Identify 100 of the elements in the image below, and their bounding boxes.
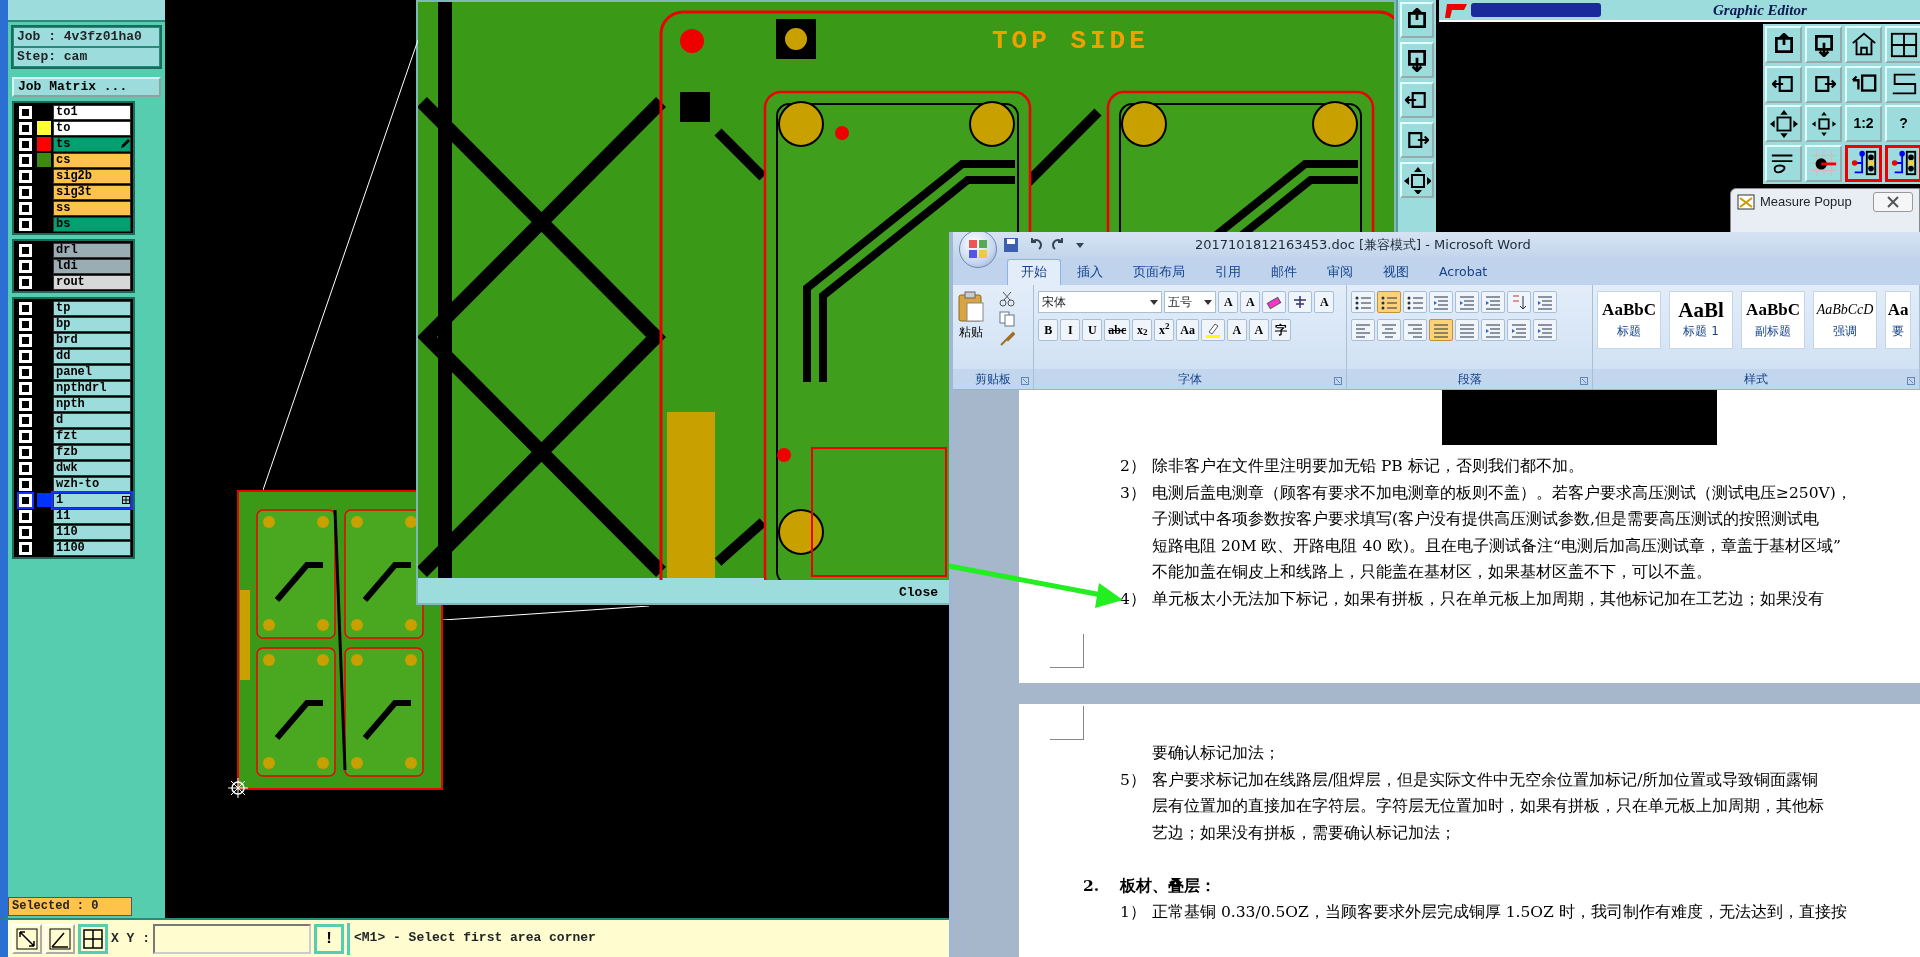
checkbox[interactable] bbox=[19, 153, 32, 167]
ribbon-tab[interactable]: 页面布局 bbox=[1119, 259, 1199, 285]
scissors-icon[interactable] bbox=[999, 291, 1015, 307]
checkbox[interactable] bbox=[19, 461, 32, 475]
style-item[interactable]: AaBbC 标题 bbox=[1597, 291, 1662, 349]
checkbox[interactable] bbox=[19, 317, 32, 331]
checkbox[interactable] bbox=[19, 349, 32, 363]
tool-button[interactable]: 1:2 bbox=[1845, 105, 1882, 142]
checkbox[interactable] bbox=[19, 509, 32, 523]
format-button[interactable] bbox=[1262, 291, 1287, 313]
layer-item[interactable]: wzh-to bbox=[53, 476, 131, 492]
close-button[interactable] bbox=[1873, 192, 1913, 212]
ribbon-tab[interactable]: 审阅 bbox=[1313, 259, 1367, 285]
font-name-field[interactable]: 宋体 bbox=[1038, 291, 1163, 313]
checkbox[interactable] bbox=[19, 121, 32, 135]
tool-button[interactable] bbox=[78, 923, 108, 954]
layer-item[interactable]: panel bbox=[53, 364, 131, 380]
checkbox[interactable] bbox=[19, 243, 32, 257]
checkbox[interactable] bbox=[19, 477, 32, 491]
checkbox[interactable] bbox=[19, 397, 32, 411]
tool-button[interactable]: ? bbox=[1885, 105, 1920, 142]
format-button[interactable]: Aa bbox=[1176, 319, 1199, 341]
layer-item[interactable]: d bbox=[53, 412, 131, 428]
layer-item[interactable]: sig2b bbox=[53, 168, 131, 184]
tool-button[interactable] bbox=[1845, 144, 1882, 182]
ribbon-tab[interactable]: 插入 bbox=[1063, 259, 1117, 285]
checkbox[interactable] bbox=[19, 445, 32, 459]
format-button[interactable]: A bbox=[1248, 319, 1269, 341]
format-button[interactable]: A bbox=[1218, 291, 1239, 313]
checkbox[interactable] bbox=[19, 333, 32, 347]
layer-item[interactable]: npthdrl bbox=[53, 380, 131, 396]
layer-item[interactable]: ldi bbox=[53, 258, 131, 274]
layer-item[interactable]: rout bbox=[53, 274, 131, 290]
paste-button[interactable]: 粘贴 bbox=[957, 291, 985, 369]
format-button[interactable]: A bbox=[1240, 291, 1261, 313]
job-matrix-button[interactable]: Job Matrix ... bbox=[12, 77, 161, 97]
layer-item[interactable]: brd bbox=[53, 332, 131, 348]
layer-item[interactable]: 1100 bbox=[53, 540, 131, 556]
layer-item[interactable]: npth bbox=[53, 396, 131, 412]
format-button[interactable] bbox=[1288, 291, 1313, 313]
layer-item[interactable]: to bbox=[53, 120, 131, 136]
layer-item[interactable]: fzb bbox=[53, 444, 131, 460]
layer-item[interactable]: bp bbox=[53, 316, 131, 332]
copy-icon[interactable] bbox=[999, 311, 1015, 327]
checkbox[interactable] bbox=[19, 137, 32, 151]
checkbox[interactable] bbox=[19, 217, 32, 231]
ribbon-tab[interactable]: 视图 bbox=[1369, 259, 1423, 285]
style-item[interactable]: AaBbCcD 强调 bbox=[1813, 291, 1878, 349]
format-button[interactable]: I bbox=[1060, 319, 1081, 341]
layer-item[interactable]: sig3t bbox=[53, 184, 131, 200]
format-button[interactable] bbox=[1200, 319, 1225, 341]
checkbox[interactable] bbox=[19, 381, 32, 395]
checkbox[interactable] bbox=[19, 169, 32, 183]
checkbox[interactable] bbox=[19, 493, 32, 507]
layer-item[interactable]: cs bbox=[53, 152, 131, 168]
layer-item[interactable]: bs bbox=[53, 216, 131, 232]
caret-icon[interactable] bbox=[1075, 240, 1085, 250]
font-size-field[interactable]: 五号 bbox=[1164, 291, 1217, 313]
coordinate-field[interactable] bbox=[153, 923, 311, 954]
format-button[interactable]: A bbox=[1314, 291, 1335, 313]
ribbon-tab[interactable]: 引用 bbox=[1201, 259, 1255, 285]
office-button[interactable] bbox=[959, 232, 997, 268]
layer-item[interactable]: dwk bbox=[53, 460, 131, 476]
brush-icon[interactable] bbox=[999, 331, 1015, 347]
checkbox[interactable] bbox=[19, 365, 32, 379]
format-button[interactable]: U bbox=[1082, 319, 1103, 341]
alert-button[interactable]: ! bbox=[314, 923, 344, 954]
format-button[interactable]: x$^{2}$ bbox=[1154, 319, 1175, 341]
format-button[interactable]: 字 bbox=[1270, 319, 1291, 341]
format-button[interactable]: B bbox=[1038, 319, 1059, 341]
style-item[interactable]: Aa 要 bbox=[1885, 291, 1912, 349]
layer-item[interactable]: to1 bbox=[53, 104, 131, 120]
checkbox[interactable] bbox=[19, 301, 32, 315]
paragraph-button[interactable] bbox=[1377, 291, 1402, 313]
checkbox[interactable] bbox=[19, 429, 32, 443]
paragraph-button[interactable] bbox=[1403, 291, 1428, 313]
layer-item[interactable]: ts bbox=[53, 136, 131, 152]
layer-item[interactable]: 110 bbox=[53, 524, 131, 540]
style-item[interactable]: AaBbC 副标题 bbox=[1741, 291, 1806, 349]
format-button[interactable]: abc bbox=[1104, 319, 1131, 341]
checkbox[interactable] bbox=[19, 275, 32, 289]
checkbox[interactable] bbox=[19, 525, 32, 539]
layer-item[interactable]: 1 bbox=[53, 492, 131, 508]
checkbox[interactable] bbox=[19, 201, 32, 215]
style-item[interactable]: AaBl 标题 1 bbox=[1669, 291, 1734, 349]
tool-button[interactable] bbox=[1885, 144, 1920, 182]
checkbox[interactable] bbox=[19, 105, 32, 119]
ribbon-tab[interactable]: Acrobat bbox=[1425, 259, 1502, 285]
ribbon-tab[interactable]: 开始 bbox=[1007, 259, 1061, 285]
checkbox[interactable] bbox=[19, 185, 32, 199]
format-button[interactable]: A bbox=[1226, 319, 1247, 341]
layer-item[interactable]: dd bbox=[53, 348, 131, 364]
layer-item[interactable]: drl bbox=[53, 242, 131, 258]
ribbon-tab[interactable]: 邮件 bbox=[1257, 259, 1311, 285]
checkbox[interactable] bbox=[19, 541, 32, 555]
layer-item[interactable]: fzt bbox=[53, 428, 131, 444]
layer-item[interactable]: tp bbox=[53, 300, 131, 316]
checkbox[interactable] bbox=[19, 413, 32, 427]
save-icon[interactable] bbox=[1003, 237, 1019, 253]
layer-item[interactable]: ss bbox=[53, 200, 131, 216]
